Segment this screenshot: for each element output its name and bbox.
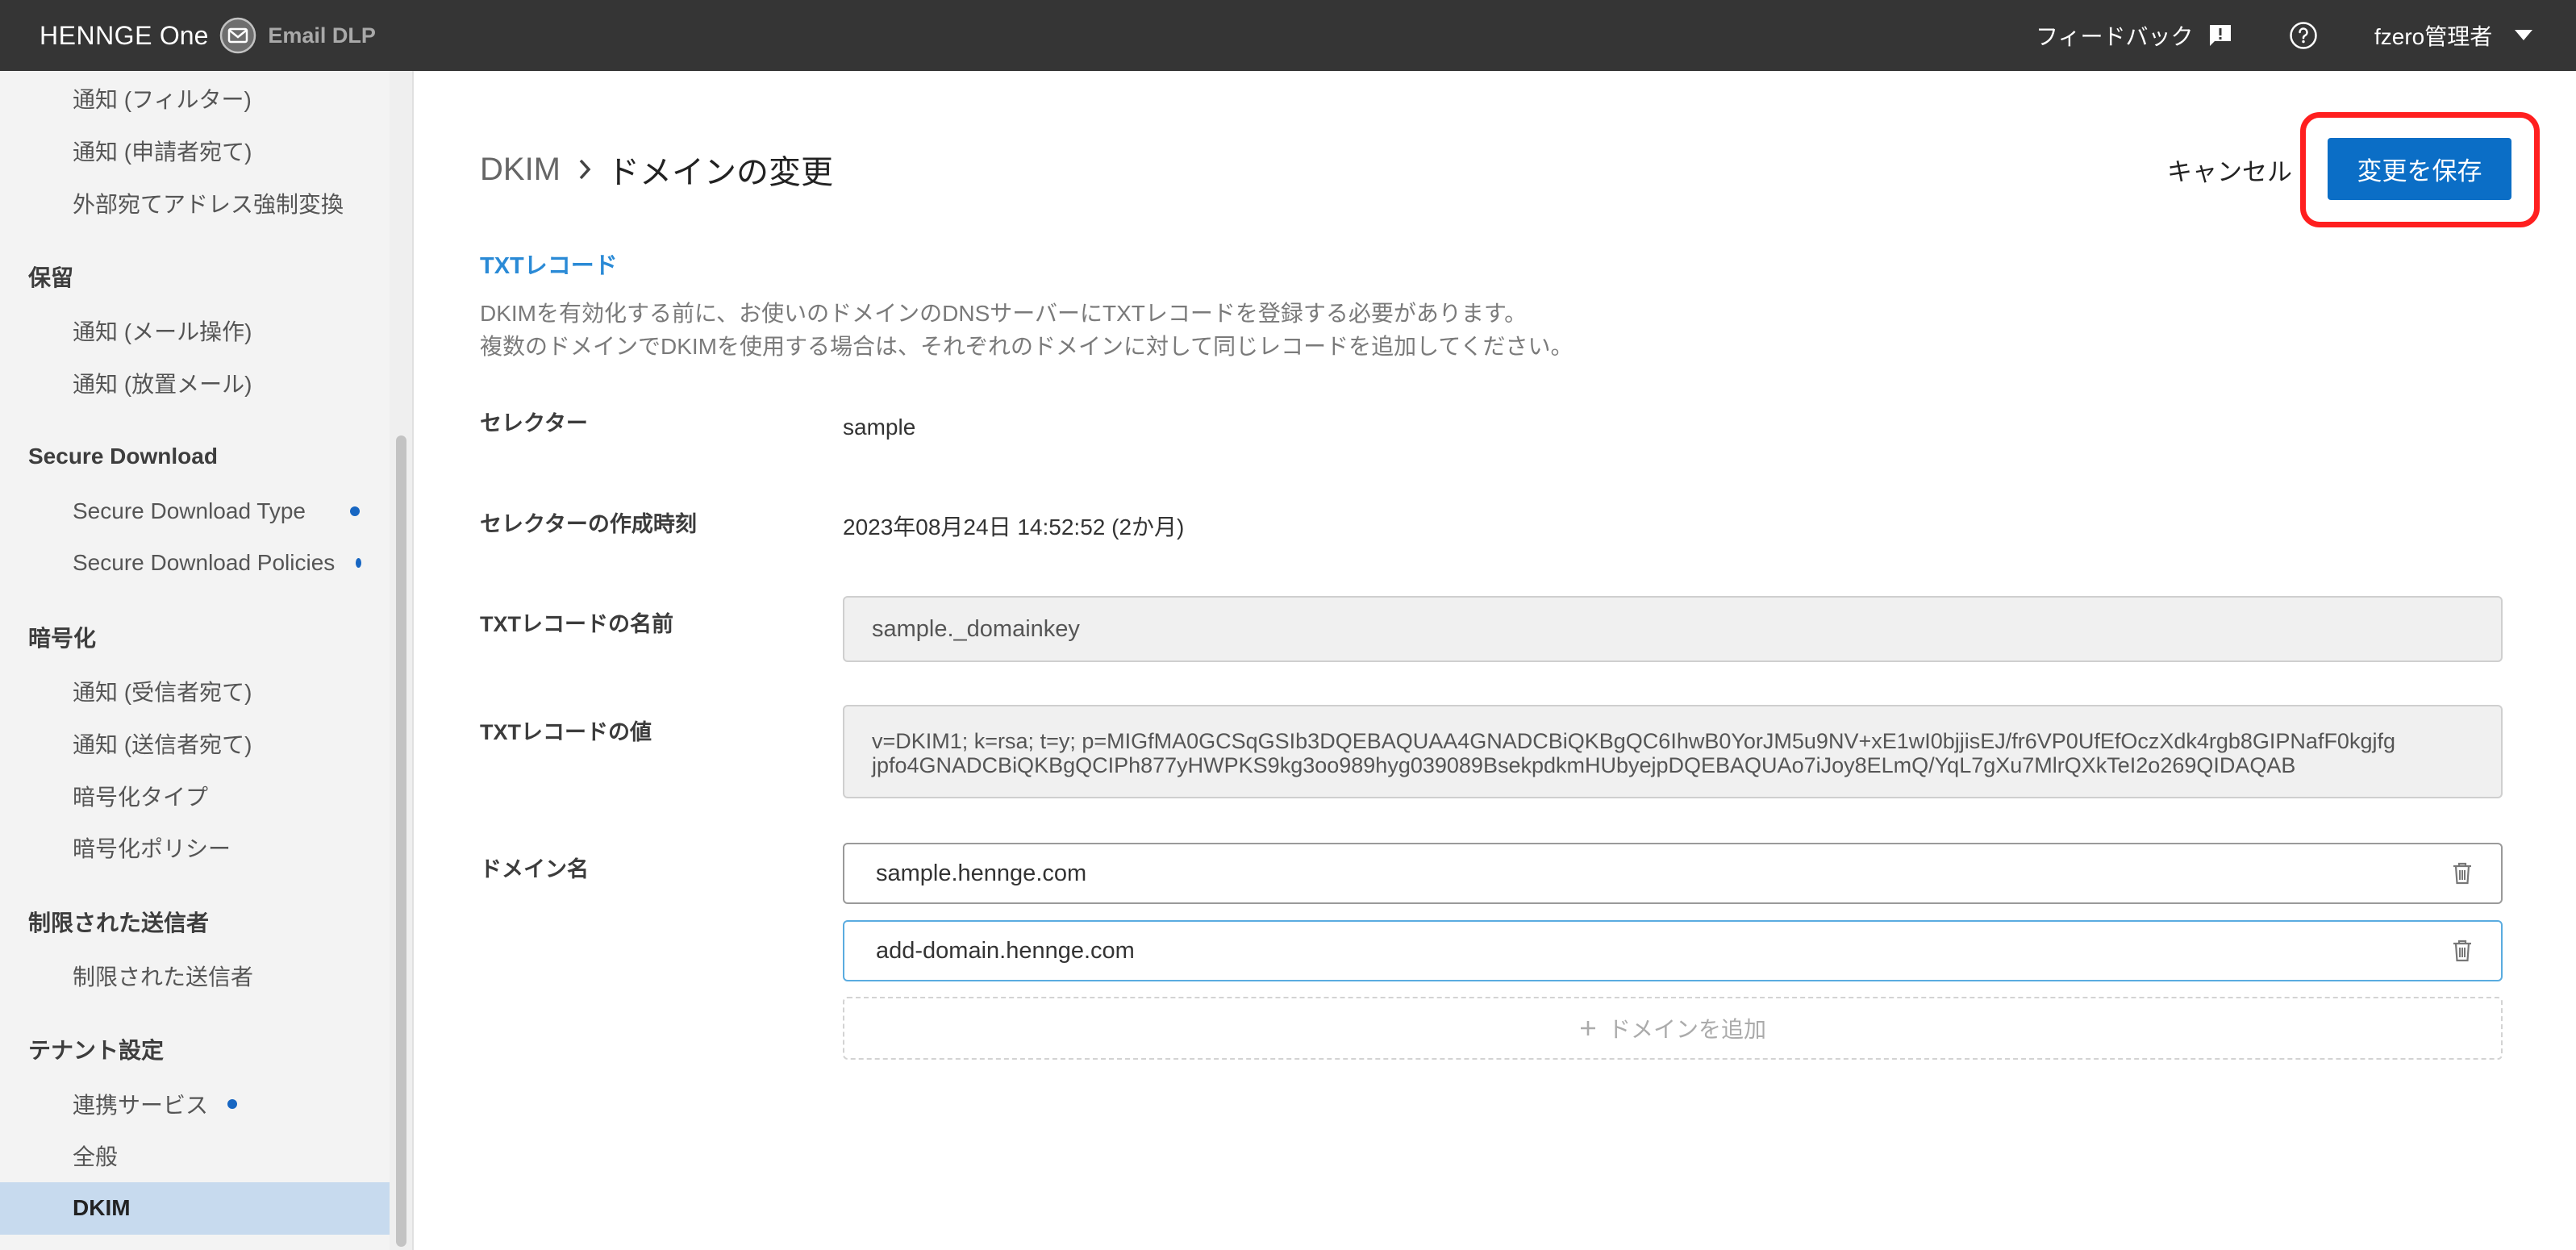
sidebar-item-general[interactable]: 全般 bbox=[0, 1130, 390, 1182]
breadcrumb: DKIM ドメインの変更 bbox=[480, 150, 833, 191]
txt-name-field[interactable] bbox=[843, 596, 2503, 662]
trash-icon bbox=[2452, 939, 2473, 963]
domain-input[interactable] bbox=[843, 843, 2503, 904]
brand-suffix: One bbox=[159, 20, 209, 50]
sidebar-section-restricted-senders: 制限された送信者 bbox=[0, 894, 390, 950]
feedback-label: フィードバック bbox=[2036, 24, 2194, 49]
cancel-button[interactable]: キャンセル bbox=[2161, 150, 2298, 189]
caret-down-icon bbox=[2515, 30, 2533, 41]
selector-created-value: 2023年08月24日 14:52:52 (2か月) bbox=[843, 515, 1185, 540]
sidebar-item-label: 外部宛てアドレス強制変換 bbox=[73, 191, 344, 217]
sidebar-scrollbar[interactable] bbox=[390, 71, 412, 1250]
add-domain-label: ドメインを追加 bbox=[1607, 1017, 1766, 1042]
sidebar-item-label: 制限された送信者 bbox=[73, 964, 254, 990]
sidebar-divider bbox=[412, 71, 414, 1250]
sidebar-item-dkim[interactable]: DKIM bbox=[0, 1181, 390, 1235]
help-button[interactable] bbox=[2286, 0, 2321, 71]
sidebar-item-label: Secure Download Policies bbox=[73, 550, 336, 576]
user-menu-button[interactable]: fzero管理者 bbox=[2374, 0, 2533, 71]
sidebar-item-integrated-services[interactable]: 連携サービス bbox=[0, 1077, 390, 1130]
status-dot bbox=[227, 1098, 238, 1109]
description-line: 複数のドメインでDKIMを使用する場合は、それぞれのドメインに対して同じレコード… bbox=[480, 334, 1574, 359]
sidebar-item-mail-operation-notification[interactable]: 通知 (メール操作) bbox=[0, 305, 390, 357]
page-title: ドメインの変更 bbox=[607, 155, 833, 190]
selector-label: セレクター bbox=[480, 411, 588, 435]
sidebar-item-external-address-conversion[interactable]: 外部宛てアドレス強制変換 bbox=[0, 177, 390, 229]
domain-entry bbox=[843, 920, 2503, 981]
sidebar-item-recipient-notification[interactable]: 通知 (受信者宛て) bbox=[0, 665, 390, 718]
product-name: Email DLP bbox=[268, 23, 376, 48]
status-dot bbox=[356, 558, 361, 569]
sidebar-item-filter-notification[interactable]: 通知 (フィルター) bbox=[0, 73, 390, 125]
sidebar-item-label: 通知 (メール操作) bbox=[73, 319, 252, 345]
sidebar-item-encryption-policy[interactable]: 暗号化ポリシー bbox=[0, 822, 390, 874]
sidebar-section-title: 保留 bbox=[28, 265, 74, 290]
sidebar-section-tenant-settings: テナント設定 bbox=[0, 1021, 390, 1077]
sidebar-item-label: 通知 (放置メール) bbox=[73, 371, 252, 397]
sidebar-nav: 通知 (フィルター) 通知 (申請者宛て) 外部宛てアドレス強制変換 保留 通知… bbox=[0, 71, 390, 1235]
sidebar-item-secure-download-type[interactable]: Secure Download Type bbox=[0, 485, 390, 537]
txt-value-label: TXTレコードの値 bbox=[480, 720, 652, 744]
sidebar-section-encryption: 暗号化 bbox=[0, 609, 390, 665]
txt-record-heading: TXTレコード bbox=[480, 253, 618, 279]
brand-logo[interactable]: HENNGE One Email DLP bbox=[40, 0, 376, 71]
sidebar-item-label: 通知 (送信者宛て) bbox=[73, 731, 252, 757]
sidebar-item-label: 通知 (申請者宛て) bbox=[73, 139, 252, 165]
sidebar-item-label: Secure Download Type bbox=[73, 498, 306, 523]
chevron-right-icon bbox=[578, 158, 591, 181]
sidebar-item-label: 通知 (受信者宛て) bbox=[73, 679, 252, 705]
add-domain-button[interactable]: ドメインを追加 bbox=[843, 997, 2503, 1060]
sidebar-section-secure-download: Secure Download bbox=[0, 428, 390, 485]
save-button[interactable]: 変更を保存 bbox=[2328, 138, 2511, 200]
selector-created-label: セレクターの作成時刻 bbox=[480, 512, 697, 536]
sidebar-item-label: 暗号化ポリシー bbox=[73, 836, 231, 862]
feedback-icon bbox=[2207, 23, 2233, 48]
user-name: fzero管理者 bbox=[2374, 24, 2493, 49]
domain-entry bbox=[843, 843, 2503, 904]
sidebar-item-applicant-notification[interactable]: 通知 (申請者宛て) bbox=[0, 124, 390, 177]
domain-name-label: ドメイン名 bbox=[480, 857, 589, 881]
txt-value-line: jpfo4GNADCBiQKBgQCIPh877yHWPKS9kg3oo989h… bbox=[872, 753, 2296, 777]
help-icon bbox=[2289, 21, 2318, 50]
top-bar: HENNGE One Email DLP フィードバック fzero管理者 bbox=[0, 0, 2576, 71]
sidebar-item-label: 連携サービス bbox=[73, 1092, 209, 1118]
feedback-button[interactable]: フィードバック bbox=[2036, 0, 2233, 71]
delete-domain-button[interactable] bbox=[2449, 937, 2475, 965]
status-dot bbox=[350, 506, 360, 516]
selector-value: sample bbox=[843, 415, 916, 440]
sidebar-section-title: Secure Download bbox=[28, 444, 218, 469]
sidebar-section-title: テナント設定 bbox=[28, 1038, 165, 1064]
scrollbar-thumb[interactable] bbox=[396, 435, 406, 1247]
breadcrumb-parent-link[interactable]: DKIM bbox=[480, 152, 561, 188]
trash-icon bbox=[2452, 861, 2473, 885]
sidebar-item-secure-download-policies[interactable]: Secure Download Policies bbox=[0, 537, 390, 590]
txt-name-label: TXTレコードの名前 bbox=[480, 612, 673, 636]
sidebar-item-label: DKIM bbox=[73, 1195, 131, 1221]
plus-icon bbox=[1579, 1019, 1597, 1037]
domain-input[interactable] bbox=[843, 920, 2503, 981]
sidebar-item-idle-mail-notification[interactable]: 通知 (放置メール) bbox=[0, 357, 390, 410]
sidebar: 通知 (フィルター) 通知 (申請者宛て) 外部宛てアドレス強制変換 保留 通知… bbox=[0, 71, 390, 1250]
sidebar-item-label: 通知 (フィルター) bbox=[73, 86, 252, 112]
sidebar-item-encryption-type[interactable]: 暗号化タイプ bbox=[0, 769, 390, 822]
txt-value-field[interactable]: v=DKIM1; k=rsa; t=y; p=MIGfMA0GCSqGSIb3D… bbox=[843, 705, 2503, 798]
sidebar-section-hold: 保留 bbox=[0, 248, 390, 305]
sidebar-item-label: 暗号化タイプ bbox=[73, 784, 209, 810]
envelope-icon bbox=[219, 17, 256, 54]
sidebar-item-restricted-senders[interactable]: 制限された送信者 bbox=[0, 950, 390, 1002]
description-line: DKIMを有効化する前に、お使いのドメインのDNSサーバーにTXTレコードを登録… bbox=[480, 301, 1528, 326]
sidebar-item-label: 全般 bbox=[73, 1144, 119, 1170]
sidebar-item-sender-notification[interactable]: 通知 (送信者宛て) bbox=[0, 717, 390, 769]
sidebar-section-title: 暗号化 bbox=[28, 625, 97, 651]
brand-name: HENNGE bbox=[40, 20, 152, 50]
sidebar-section-title: 制限された送信者 bbox=[28, 910, 210, 935]
txt-value-line: v=DKIM1; k=rsa; t=y; p=MIGfMA0GCSqGSIb3D… bbox=[872, 729, 2395, 753]
txt-record-description: DKIMを有効化する前に、お使いのドメインのDNSサーバーにTXTレコードを登録… bbox=[480, 297, 1574, 363]
delete-domain-button[interactable] bbox=[2449, 860, 2475, 887]
